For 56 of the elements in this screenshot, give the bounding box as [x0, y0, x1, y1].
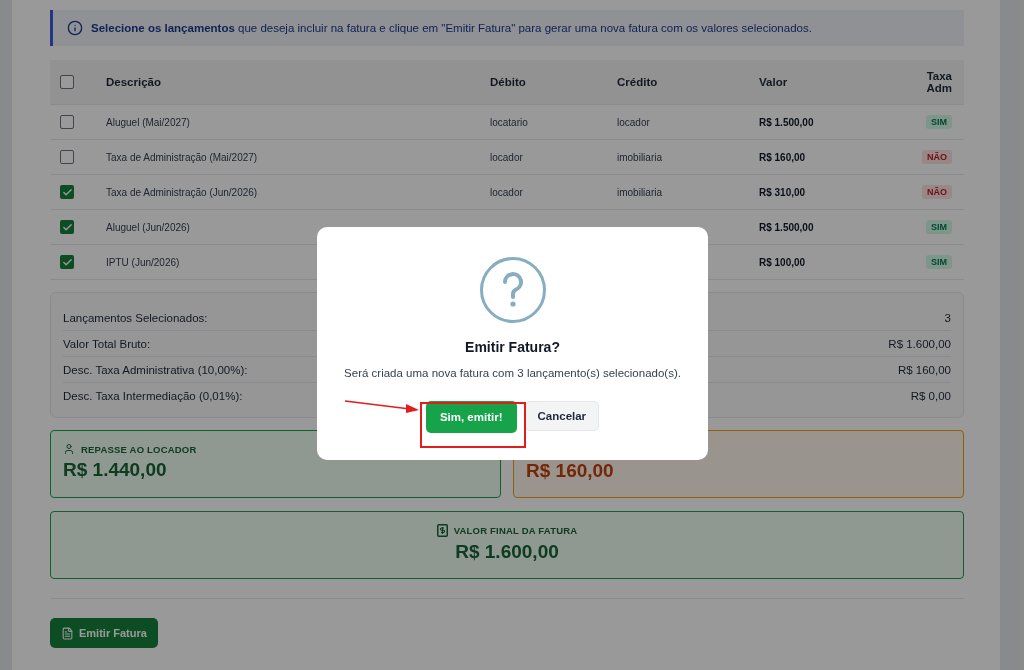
summary-label: Valor Total Bruto:	[63, 337, 151, 350]
row-checkbox[interactable]	[60, 220, 74, 234]
credit-cell-text: imobiliaria	[617, 151, 663, 163]
debit-cell-text: locador	[490, 151, 524, 163]
dollar-document-icon	[436, 524, 448, 537]
info-icon	[67, 20, 83, 36]
row-checkbox[interactable]	[60, 115, 74, 129]
summary-value: R$ 0,00	[910, 390, 951, 402]
question-icon	[479, 257, 546, 323]
value-cell-text: R$ 1.500,00	[759, 116, 815, 128]
dialog-message: Será criada uma nova fatura com 3 lançamento(s) selecionado(s).	[344, 367, 681, 379]
row-checkbox[interactable]	[60, 150, 74, 164]
user-icon	[63, 443, 75, 455]
description-cell-text: Taxa de Administração (Jun/2026)	[106, 186, 259, 198]
value-cell-text: R$ 310,00	[759, 186, 807, 198]
row-checkbox[interactable]	[60, 185, 74, 199]
credit-cell-text: locador	[617, 116, 651, 128]
column-header: Descrição	[106, 76, 162, 88]
debit-cell-text: locador	[490, 186, 524, 198]
emit-invoice-button[interactable]: Emitir Fatura	[50, 618, 158, 648]
row-checkbox[interactable]	[60, 255, 74, 269]
value-cell-text: R$ 160,00	[759, 151, 807, 163]
summary-label: Lançamentos Selecionados:	[63, 311, 208, 324]
card-label: VALOR FINAL DA FATURA	[453, 525, 578, 536]
card-label: REPASSE AO LOCADOR	[81, 443, 197, 455]
fee-tag: NÃO	[922, 185, 952, 199]
card-amount: R$ 1.600,00	[455, 541, 559, 563]
summary-value: R$ 160,00	[897, 363, 951, 376]
column-header: Valor	[759, 76, 789, 88]
summary-label: Desc. Taxa Intermediação (0,01%):	[63, 390, 243, 402]
cancel-button[interactable]: Cancelar	[524, 401, 600, 431]
document-icon	[61, 626, 74, 640]
credit-cell-text: imobiliaria	[617, 186, 663, 198]
description-cell-text: Taxa de Administração (Mai/2027)	[106, 151, 259, 163]
select-all-checkbox[interactable]	[60, 75, 74, 89]
fee-tag: SIM	[926, 115, 952, 129]
description-cell-text: Aluguel (Mai/2027)	[106, 116, 191, 128]
value-cell-text: R$ 1.500,00	[759, 221, 815, 233]
fee-tag: NÃO	[922, 150, 952, 164]
description-cell-text: IPTU (Jun/2026)	[106, 256, 181, 268]
value-cell-text: R$ 100,00	[759, 256, 807, 268]
summary-value: R$ 1.600,00	[888, 337, 951, 350]
dialog-title: Emitir Fatura?	[465, 339, 560, 355]
card-amount: R$ 160,00	[526, 460, 614, 482]
card-amount: R$ 1.440,00	[63, 459, 167, 481]
confirm-button[interactable]: Sim, emitir!	[425, 401, 517, 433]
info-text: Selecione os lançamentos que deseja incluir na fatura e clique em "Emitir Fatura" para gerar uma nova fatura com os valores selecionados.	[91, 22, 812, 34]
column-header: Crédito	[617, 76, 659, 88]
column-header: Taxa Adm	[925, 70, 952, 94]
fee-tag: SIM	[926, 255, 952, 269]
column-header: Débito	[490, 76, 527, 88]
debit-cell-text: locatario	[490, 116, 529, 128]
summary-value: 3	[944, 311, 951, 324]
fee-tag: SIM	[926, 220, 952, 234]
description-cell-text: Aluguel (Jun/2026)	[106, 221, 191, 233]
summary-label: Desc. Taxa Administrativa (10,00%):	[63, 363, 248, 376]
